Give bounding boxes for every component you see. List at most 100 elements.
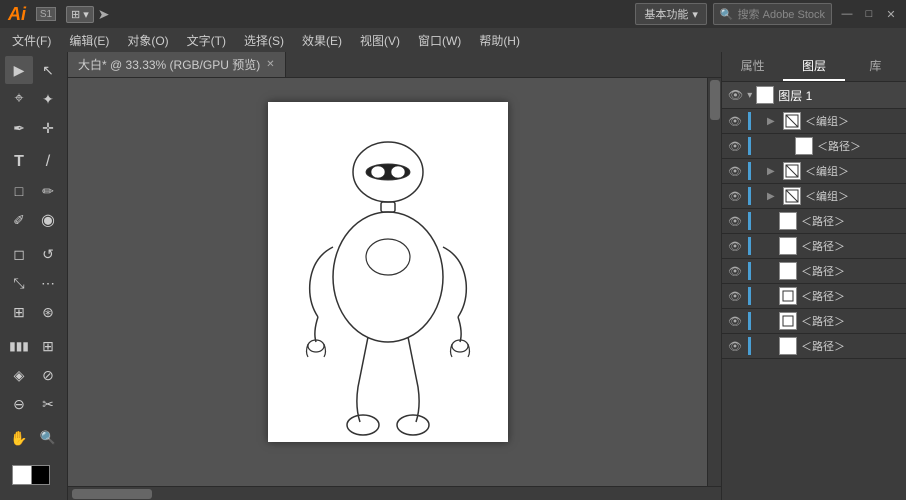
item-eye-icon[interactable]: 👁 [728,140,744,153]
art-canvas [268,102,508,442]
blue-indicator [748,212,751,230]
item-eye-icon[interactable]: 👁 [728,265,744,278]
tool-row-select: ▶ ↖ [2,56,65,84]
symbol-tool[interactable]: ⊛ [34,298,62,326]
layer-expand-arrow[interactable]: ▾ [747,90,752,101]
eyedropper-tool[interactable]: ⊘ [34,361,62,389]
bg-color-swatch[interactable] [30,465,50,485]
layer-item-path3[interactable]: 👁 ＜路径＞ [722,234,906,259]
item-label: ＜路径＞ [801,263,900,279]
title-bar: Ai S1 ⊞ ▾ ➤ 基本功能 ▾ 🔍 搜索 Adobe Stock — □ … [0,0,906,28]
canvas-area-inner [68,78,721,486]
line-tool[interactable]: / [34,148,62,176]
item-label: ＜路径＞ [801,313,900,329]
mesh-tool[interactable]: ⊞ [34,332,62,360]
maximize-button[interactable]: □ [862,7,876,21]
layer-item-path6[interactable]: 👁 ＜路径＞ [722,309,906,334]
item-eye-icon[interactable]: 👁 [728,290,744,303]
layer-item-path1[interactable]: 👁 ＜路径＞ [722,134,906,159]
vscroll-track [708,78,721,486]
expand-arrow[interactable]: ▶ [767,166,779,177]
layer-item-path7[interactable]: 👁 ＜路径＞ [722,334,906,359]
direct-select-tool[interactable]: ↖ [34,56,62,84]
blob-tool[interactable]: ◉ [34,206,62,234]
item-eye-icon[interactable]: 👁 [728,190,744,203]
blue-indicator [748,137,751,155]
item-eye-icon[interactable]: 👁 [728,215,744,228]
fg-color-swatch[interactable] [12,465,32,485]
hscroll-thumb[interactable] [72,489,152,499]
gradient-tool[interactable]: ◈ [5,361,33,389]
menu-文字[interactable]: 文字(T) [179,30,234,51]
item-eye-icon[interactable]: 👁 [728,315,744,328]
item-thumb [783,162,801,180]
layer-item-group2[interactable]: 👁 ▶ ＜编组＞ [722,159,906,184]
menu-视图[interactable]: 视图(V) [352,30,408,51]
search-icon: 🔍 [720,8,734,21]
rotate-tool[interactable]: ↺ [34,240,62,268]
select-tool[interactable]: ▶ [5,56,33,84]
minimize-button[interactable]: — [840,7,854,21]
item-label: ＜编组＞ [805,163,900,179]
menu-编辑[interactable]: 编辑(E) [61,30,117,51]
rect-tool[interactable]: □ [5,177,33,205]
item-eye-icon[interactable]: 👁 [728,340,744,353]
vertical-scrollbar[interactable] [707,78,721,486]
menu-帮助[interactable]: 帮助(H) [471,30,528,51]
item-eye-icon[interactable]: 👁 [728,240,744,253]
tool-row-hand: ✋ 🔍 [2,424,65,452]
toolbar: ▶ ↖ ⌖ ✦ ✒ ✛ T / □ ✏ ✐ ◉ ◻ ↺ ⤡ [0,52,68,500]
menu-效果[interactable]: 效果(E) [294,30,350,51]
search-box[interactable]: 🔍 搜索 Adobe Stock [713,3,832,25]
layer-item-path5[interactable]: 👁 ＜路径＞ [722,284,906,309]
properties-tab[interactable]: 属性 [722,52,783,81]
document-tab[interactable]: 大白* @ 33.33% (RGB/GPU 预览) ✕ [68,52,286,77]
brush-tool[interactable]: ✏ [34,177,62,205]
item-eye-icon[interactable]: 👁 [728,165,744,178]
horizontal-scrollbar[interactable] [68,486,721,500]
layer-item-group1[interactable]: 👁 ▶ ＜编组＞ [722,109,906,134]
lasso-tool[interactable]: ⌖ [5,85,33,113]
expand-arrow[interactable]: ▶ [767,191,779,202]
warp-tool[interactable]: ⋯ [34,269,62,297]
menu-对象[interactable]: 对象(O) [119,30,176,51]
layer-item-path4[interactable]: 👁 ＜路径＞ [722,259,906,284]
anchor-tool[interactable]: ✛ [34,114,62,142]
scissors-tool[interactable]: ✂ [34,390,62,418]
tool-row-gradient: ◈ ⊘ [2,361,65,389]
layer-visibility-toggle[interactable]: 👁 [728,88,743,102]
layer-item-path2[interactable]: 👁 ＜路径＞ [722,209,906,234]
eraser-tool[interactable]: ◻ [5,240,33,268]
layers-tab[interactable]: 图层 [783,52,844,81]
magic-wand-tool[interactable]: ✦ [34,85,62,113]
layer-item-group3[interactable]: 👁 ▶ ＜编组＞ [722,184,906,209]
grid-button[interactable]: ⊞ ▾ [66,6,94,23]
tool-row-scale: ⤡ ⋯ [2,269,65,297]
library-tab[interactable]: 库 [845,52,906,81]
vscroll-thumb[interactable] [710,80,720,120]
type-tool[interactable]: T [5,148,33,176]
pencil-tool[interactable]: ✐ [5,206,33,234]
item-thumb [795,137,813,155]
panel-tabs: 属性 图层 库 [722,52,906,82]
expand-arrow[interactable]: ▶ [767,116,779,127]
hand-tool[interactable]: ✋ [5,424,33,452]
item-eye-icon[interactable]: 👁 [728,115,744,128]
menu-文件[interactable]: 文件(F) [4,30,59,51]
free-transform-tool[interactable]: ⊞ [5,298,33,326]
tool-row-rect: □ ✏ [2,177,65,205]
graph-tool[interactable]: ▮▮▮ [5,332,33,360]
close-button[interactable]: ✕ [884,7,898,21]
menu-选择[interactable]: 选择(S) [236,30,292,51]
canvas-container[interactable] [68,78,707,486]
zoom-tool[interactable]: 🔍 [34,424,62,452]
menu-窗口[interactable]: 窗口(W) [410,30,469,51]
item-label: ＜路径＞ [801,338,900,354]
tab-close-button[interactable]: ✕ [266,59,274,70]
scale-tool[interactable]: ⤡ [5,269,33,297]
pen-tool[interactable]: ✒ [5,114,33,142]
blend-tool[interactable]: ⊖ [5,390,33,418]
canvas-inner [68,78,707,486]
func-selector[interactable]: 基本功能 ▾ [635,3,707,25]
send-icon[interactable]: ➤ [98,6,110,23]
